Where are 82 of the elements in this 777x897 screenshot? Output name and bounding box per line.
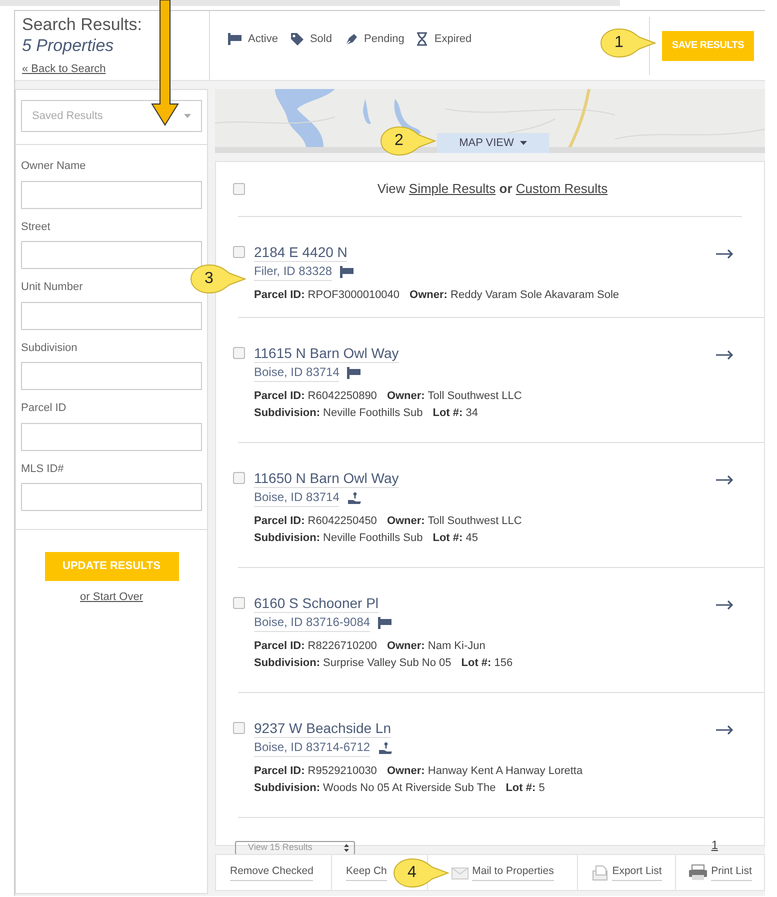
checkbox[interactable] [233,347,245,359]
input-field[interactable] [21,422,202,450]
property-detail: Lot #: 156 [461,656,513,671]
arrow-right-icon [716,725,734,735]
document-icon [591,864,610,880]
property-detail: Parcel ID: RPOF3000010040 [254,288,400,303]
flag-icon [340,266,354,278]
flag-icon [228,33,242,46]
property-detail: Subdivision: Surprise Valley Sub No 05 [254,656,452,671]
caret-icon [520,141,527,145]
hand-icon [378,742,394,754]
view-options-text: View Simple Results or Custom Results [376,180,609,198]
input-field[interactable] [21,302,202,330]
caret-icon [184,114,191,118]
toolbar-button[interactable]: Remove Checked [216,855,332,890]
arrow-right-icon [716,350,734,360]
arrow-right-icon [716,600,734,610]
flag-icon [347,367,362,379]
hourglass-icon [416,32,428,46]
hand-icon [347,492,362,504]
map-view-button[interactable]: MAP VIEW [437,133,549,153]
city-link[interactable]: Boise, ID 83714-6712 [254,739,370,757]
sort-arrows-icon [344,844,349,852]
start-over-link[interactable]: or Start Over [80,589,143,606]
input-field[interactable] [21,180,202,208]
input-field[interactable] [21,362,202,390]
toolbar-button[interactable]: Print List [676,855,764,890]
checkbox[interactable] [233,183,245,195]
field-label: Parcel ID [21,401,68,416]
property-detail: Parcel ID: R8226710200 [254,639,377,654]
envelope-icon [451,865,470,880]
property-detail: Lot #: 34 [432,406,478,421]
checkbox[interactable] [233,246,245,258]
legend-label: Pending [364,32,404,47]
custom-results-link[interactable]: Custom Results [516,181,608,196]
toolbar-button[interactable]: Export List [578,855,676,890]
property-detail: Parcel ID: R6042250450 [254,514,377,529]
property-detail: Lot #: 5 [506,781,545,796]
address-link[interactable]: 11615 N Barn Owl Way [254,344,399,363]
field-label: Unit Number [21,280,84,295]
city-link[interactable]: Filer, ID 83328 [254,263,332,281]
input-field[interactable] [21,241,202,269]
arrow-right-icon [716,475,734,485]
pen-icon [344,32,358,46]
property-detail: Owner: Reddy Varam Sole Akavaram Sole [410,288,620,303]
input-field[interactable] [21,483,202,511]
property-detail: Owner: Hanway Kent A Hanway Loretta [386,764,583,779]
page-link[interactable]: 1 [711,836,718,854]
legend-label: Sold [310,32,332,47]
field-label: Owner Name [21,159,87,174]
city-link[interactable]: Boise, ID 83716-9084 [254,614,370,632]
field-label: Subdivision [21,340,78,356]
back-link[interactable]: « Back to Search [22,61,106,78]
address-link[interactable]: 9237 W Beachside Ln [254,719,391,738]
tag-icon [290,32,304,46]
address-link[interactable]: 2184 E 4420 N [254,243,348,262]
printer-icon [688,864,708,881]
property-detail: Owner: Toll Southwest LLC [386,514,522,529]
address-link[interactable]: 6160 S Schooner Pl [254,594,379,613]
checkbox[interactable] [233,597,245,609]
property-detail: Owner: Toll Southwest LLC [386,389,522,404]
field-label: MLS ID# [21,462,65,476]
address-link[interactable]: 11650 N Barn Owl Way [254,469,399,488]
field-label: Street [21,220,52,234]
property-detail: Subdivision: Neville Foothills Sub [254,531,423,546]
simple-results-link[interactable]: Simple Results [408,181,496,196]
property-detail: Subdivision: Woods No 05 At Riverside Sub The [254,781,496,796]
city-link[interactable]: Boise, ID 83714 [254,489,340,507]
arrow-right-icon [716,249,734,259]
results-count: 5 Properties [22,35,114,57]
legend-label: Expired [434,32,472,47]
property-detail: Subdivision: Neville Foothills Sub [254,406,423,421]
checkbox[interactable] [233,722,245,734]
page-title: Search Results: [22,15,142,35]
property-detail: Parcel ID: R9529210030 [254,764,377,779]
property-detail: Parcel ID: R6042250890 [254,389,377,404]
property-detail: Owner: Nam Ki-Jun [386,639,486,654]
legend-label: Active [248,32,278,47]
checkbox[interactable] [233,472,245,484]
flag-icon [378,617,392,629]
property-detail: Lot #: 45 [432,531,478,546]
city-link[interactable]: Boise, ID 83714 [254,364,340,382]
